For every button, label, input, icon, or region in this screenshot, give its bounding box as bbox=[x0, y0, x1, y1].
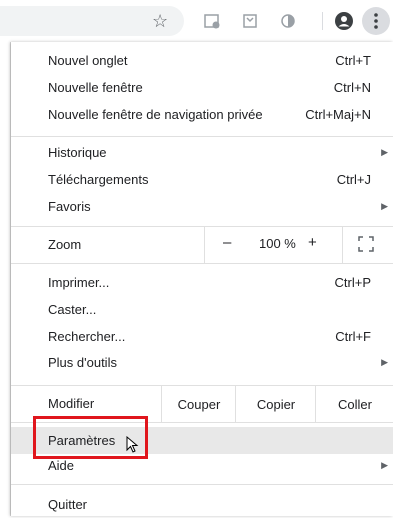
copy-button[interactable]: Copier bbox=[235, 386, 316, 422]
submenu-arrow-icon: ▶ bbox=[381, 201, 388, 211]
submenu-arrow-icon: ▶ bbox=[381, 460, 388, 470]
fullscreen-icon[interactable] bbox=[357, 235, 375, 253]
menu-item-label: Téléchargements bbox=[48, 172, 149, 187]
submenu-arrow-icon: ▶ bbox=[381, 357, 388, 367]
menu-item-label: Historique bbox=[48, 145, 107, 160]
menu-item-label: Nouvel onglet bbox=[48, 53, 128, 68]
menu-item-shortcut: Ctrl+F bbox=[335, 329, 371, 344]
kebab-menu-icon bbox=[374, 13, 378, 29]
menu-item-bookmarks[interactable]: Favoris ▶ bbox=[11, 193, 393, 220]
toolbar-separator bbox=[322, 12, 323, 30]
page-edge bbox=[0, 42, 11, 516]
menu-item-print[interactable]: Imprimer... Ctrl+P bbox=[11, 269, 393, 296]
menu-button[interactable] bbox=[362, 7, 390, 35]
zoom-row: Zoom – 100 % + bbox=[11, 227, 393, 263]
menu-item-label: Nouvelle fenêtre de navigation privée bbox=[48, 107, 263, 122]
menu-item-label: Aide bbox=[48, 458, 75, 473]
menu-item-exit[interactable]: Quitter bbox=[11, 491, 393, 518]
browser-toolbar: ☆ bbox=[0, 0, 393, 42]
zoom-controls: – 100 % + bbox=[204, 227, 393, 263]
cut-button[interactable]: Couper bbox=[161, 386, 236, 422]
menu-item-shortcut: Ctrl+T bbox=[335, 53, 371, 68]
menu-item-label: Favoris bbox=[48, 199, 91, 214]
profile-avatar-icon[interactable] bbox=[334, 11, 354, 31]
menu-item-label: Caster... bbox=[48, 302, 97, 317]
extension-clipboard-icon[interactable] bbox=[241, 12, 259, 30]
menu-item-find[interactable]: Rechercher... Ctrl+F bbox=[11, 323, 393, 350]
menu-item-incognito-window[interactable]: Nouvelle fenêtre de navigation privée Ct… bbox=[11, 101, 393, 128]
menu-item-shortcut: Ctrl+P bbox=[334, 275, 371, 290]
menu-item-shortcut: Ctrl+Maj+N bbox=[305, 107, 371, 122]
menu-item-label: Rechercher... bbox=[48, 329, 126, 344]
zoom-level: 100 % bbox=[259, 236, 296, 251]
mouse-pointer-icon bbox=[126, 436, 139, 453]
submenu-arrow-icon: ▶ bbox=[381, 147, 388, 157]
zoom-divider bbox=[342, 227, 343, 263]
menu-item-downloads[interactable]: Téléchargements Ctrl+J bbox=[11, 166, 393, 193]
extension-tab-icon[interactable] bbox=[203, 12, 221, 30]
extension-circle-icon[interactable] bbox=[279, 12, 297, 30]
menu-item-new-tab[interactable]: Nouvel onglet Ctrl+T bbox=[11, 47, 393, 74]
menu-divider bbox=[11, 484, 393, 485]
menu-item-label: Plus d'outils bbox=[48, 355, 117, 370]
menu-item-label: Quitter bbox=[48, 497, 88, 512]
bookmark-star-icon[interactable]: ☆ bbox=[152, 11, 168, 32]
menu-item-cast[interactable]: Caster... bbox=[11, 296, 393, 323]
zoom-in-button[interactable]: + bbox=[308, 234, 317, 251]
menu-item-new-window[interactable]: Nouvelle fenêtre Ctrl+N bbox=[11, 74, 393, 101]
zoom-label: Zoom bbox=[48, 237, 82, 252]
edit-label: Modifier bbox=[48, 396, 95, 411]
menu-item-history[interactable]: Historique ▶ bbox=[11, 139, 393, 166]
menu-divider bbox=[11, 263, 393, 264]
menu-item-label: Imprimer... bbox=[48, 275, 110, 290]
zoom-out-button[interactable]: – bbox=[223, 234, 231, 251]
menu-item-shortcut: Ctrl+J bbox=[336, 172, 371, 187]
menu-item-label: Nouvelle fenêtre bbox=[48, 80, 143, 95]
menu-item-shortcut: Ctrl+N bbox=[333, 80, 371, 95]
paste-button[interactable]: Coller bbox=[315, 386, 393, 422]
menu-item-more-tools[interactable]: Plus d'outils ▶ bbox=[11, 349, 393, 376]
menu-divider bbox=[11, 136, 393, 137]
